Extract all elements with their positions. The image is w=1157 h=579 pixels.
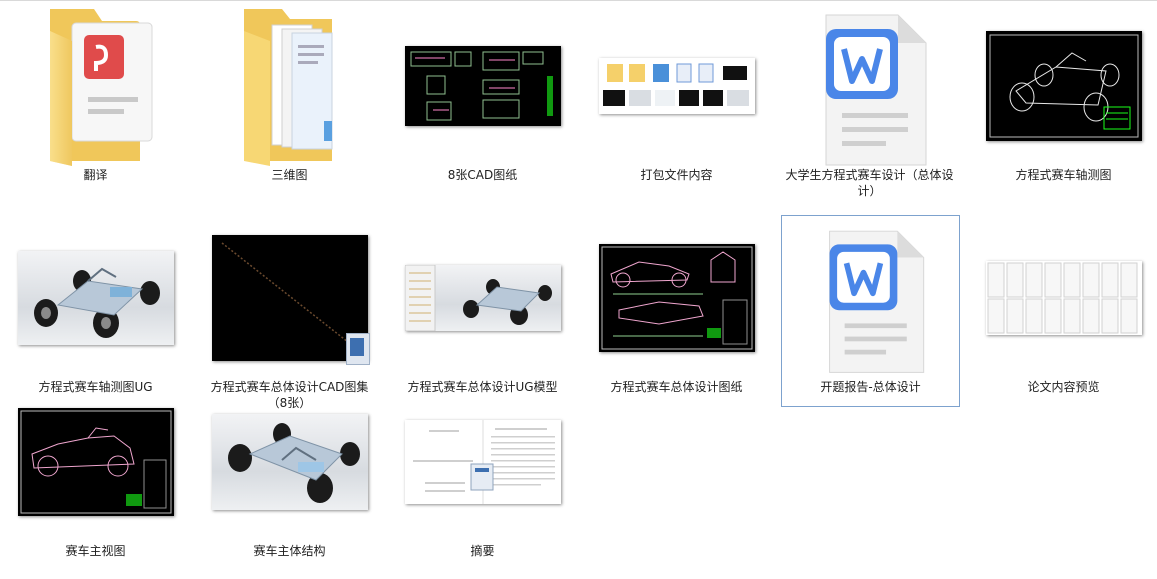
file-proposal-report[interactable]: 开题报告-总体设计 [781, 215, 960, 407]
item-label: 摘要 [470, 544, 495, 558]
item-label: 8张CAD图纸 [447, 168, 518, 182]
word-doc-icon [825, 14, 926, 166]
file-front-view[interactable]: 赛车主视图 [6, 379, 185, 579]
ug-render-thumbnail [17, 251, 174, 345]
file-package-contents[interactable]: 打包文件内容 [587, 3, 766, 203]
file-abstract[interactable]: 摘要 [393, 379, 572, 579]
file-design-drawing[interactable]: 方程式赛车总体设计图纸 [587, 215, 766, 415]
item-label: 打包文件内容 [640, 168, 713, 182]
file-thesis-preview[interactable]: 论文内容预览 [974, 215, 1153, 415]
file-main-structure[interactable]: 赛车主体结构 [200, 379, 379, 579]
item-label: 开题报告-总体设计 [820, 380, 921, 394]
item-label: 方程式赛车轴测图 [1015, 168, 1112, 182]
word-doc-icon [828, 230, 924, 373]
item-label: 方程式赛车总体设计图纸 [610, 380, 743, 394]
file-axonometric[interactable]: 方程式赛车轴测图 [974, 3, 1153, 203]
ug-structure-thumbnail [211, 414, 368, 510]
cad-drawing-thumbnail [598, 244, 755, 352]
item-label: 大学生方程式赛车设计（总体设计） [785, 168, 954, 198]
folder-docs-icon [243, 9, 332, 166]
item-label: 三维图 [271, 168, 308, 182]
cad-axonometric-thumbnail [985, 31, 1142, 141]
folder-fanyi[interactable]: 翻译 [6, 3, 185, 203]
file-fsae-design-doc[interactable]: 大学生方程式赛车设计（总体设计） [780, 3, 959, 215]
item-label: 赛车主体结构 [253, 544, 326, 558]
folder-pdf-icon [49, 9, 152, 166]
cad-front-view-thumbnail [17, 408, 174, 516]
abstract-doc-thumbnail [404, 420, 561, 504]
ug-model-thumbnail [404, 264, 561, 332]
cad-set-thumbnail [211, 235, 370, 365]
item-label: 论文内容预览 [1027, 380, 1100, 394]
item-label: 赛车主视图 [65, 544, 126, 558]
thesis-preview-thumbnail [985, 261, 1142, 335]
item-label: 翻译 [83, 168, 108, 182]
file-8-cad[interactable]: 8张CAD图纸 [393, 3, 572, 203]
cad-file-icon [345, 333, 370, 365]
folder-sanweitu[interactable]: 三维图 [200, 3, 379, 203]
cad-thumbnail [404, 46, 561, 126]
package-thumbnail [598, 58, 755, 114]
